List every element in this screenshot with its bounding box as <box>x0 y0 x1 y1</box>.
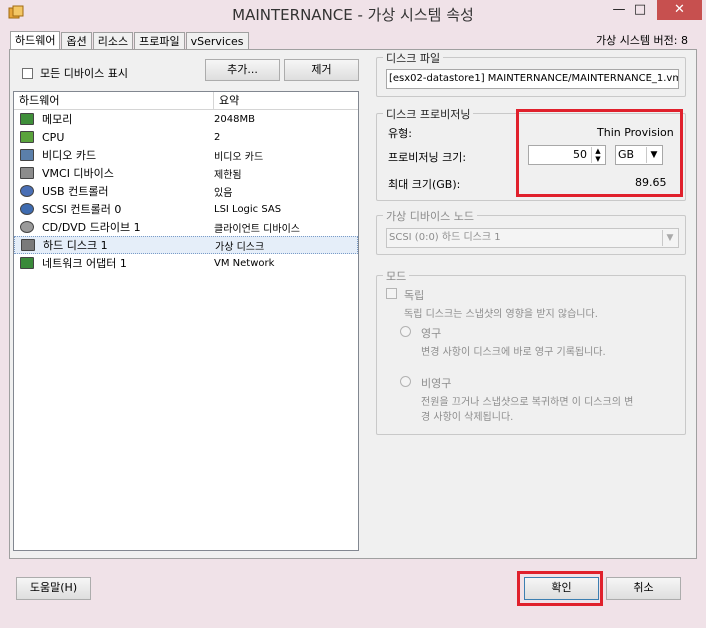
show-all-devices[interactable]: 모든 디바이스 표시 <box>22 65 128 81</box>
provisioning-type-label: 유형: <box>388 127 412 140</box>
disk-file-group: 디스크 파일 [esx02-datastore1] MAINTERNANCE/M… <box>376 50 686 97</box>
provisioning-size-label: 프로비저닝 크기: <box>388 151 467 164</box>
tab-vservices[interactable]: vServices <box>185 32 249 50</box>
independent-label: 독립 <box>404 289 425 302</box>
hardware-row-summary: LSI Logic SAS <box>214 203 282 215</box>
hardware-row[interactable]: SCSI 컨트롤러 0 LSI Logic SAS <box>14 200 358 218</box>
hardware-row-name: USB 컨트롤러 <box>42 185 109 198</box>
hardware-row-summary: 2 <box>214 131 221 143</box>
virtual-device-node-group: 가상 디바이스 노드 SCSI (0:0) 하드 디스크 1 ▼ <box>376 208 686 255</box>
hardware-row[interactable]: VMCI 디바이스 제한됨 <box>14 164 358 182</box>
close-button[interactable]: ✕ <box>657 0 702 20</box>
hardware-row-summary: 2048MB <box>214 113 255 125</box>
hardware-row-summary: 비디오 카드 <box>214 151 264 163</box>
independent-checkbox[interactable] <box>386 288 397 299</box>
nonpersistent-radio[interactable] <box>400 376 411 387</box>
column-header-summary[interactable]: 요약 <box>214 92 354 109</box>
cancel-button[interactable]: 취소 <box>606 577 681 600</box>
vmci-device-icon <box>20 167 34 179</box>
scsi-controller-icon <box>20 203 34 215</box>
hardware-row-name: 네트워크 어댑터 1 <box>42 257 127 270</box>
show-all-devices-checkbox[interactable] <box>22 67 33 79</box>
hardware-row[interactable]: 네트워크 어댑터 1 VM Network <box>14 254 358 272</box>
highlight-box-ok <box>517 571 603 606</box>
hardware-row-name: VMCI 디바이스 <box>42 167 114 180</box>
add-button[interactable]: 추가... <box>205 59 280 81</box>
persistent-radio[interactable] <box>400 326 411 337</box>
hardware-row[interactable]: 비디오 카드 비디오 카드 <box>14 146 358 164</box>
maximize-button[interactable]: □ <box>630 0 650 20</box>
hardware-row[interactable]: USB 컨트롤러 있음 <box>14 182 358 200</box>
hardware-row-summary: 클라이언트 디바이스 <box>214 223 300 235</box>
hardware-row-name: CPU <box>42 130 65 144</box>
hardware-row-summary: 제한됨 <box>214 169 242 181</box>
column-header-hardware[interactable]: 하드웨어 <box>14 92 214 109</box>
persistent-label: 영구 <box>421 327 442 340</box>
network-adapter-icon <box>20 257 34 269</box>
tab-hardware[interactable]: 하드웨어 <box>10 31 61 51</box>
max-size-label: 최대 크기(GB): <box>388 178 461 191</box>
hardware-row[interactable]: CPU 2 <box>14 128 358 146</box>
remove-button[interactable]: 제거 <box>284 59 359 81</box>
cpu-icon <box>20 131 34 143</box>
vm-app-icon <box>8 5 24 19</box>
virtual-device-node-value: SCSI (0:0) 하드 디스크 1 <box>389 232 501 243</box>
disk-file-path[interactable]: [esx02-datastore1] MAINTERNANCE/MAINTERN… <box>386 69 679 89</box>
window-title: MAINTERNANCE - 가상 시스템 속성 <box>232 6 474 24</box>
hardware-row-summary: 가상 디스크 <box>215 241 265 253</box>
tab-resources[interactable]: 리소스 <box>92 32 134 50</box>
hardware-row-name: CD/DVD 드라이브 1 <box>42 221 141 234</box>
hard-disk-icon <box>21 239 35 251</box>
virtual-device-node-group-label: 가상 디바이스 노드 <box>383 208 477 224</box>
hardware-list-header: 하드웨어 요약 <box>14 92 358 110</box>
disk-file-group-label: 디스크 파일 <box>383 50 444 66</box>
vm-version-label: 가상 시스템 버전: 8 <box>595 34 688 47</box>
minimize-button[interactable]: — <box>609 0 629 20</box>
hardware-row[interactable]: 하드 디스크 1 가상 디스크 <box>14 236 358 254</box>
mode-group: 모드 독립 독립 디스크는 스냅샷의 영향을 받지 않습니다. 영구 변경 사항… <box>376 268 686 435</box>
title-bar: MAINTERNANCE - 가상 시스템 속성 — □ ✕ <box>0 0 706 28</box>
show-all-devices-label: 모든 디바이스 표시 <box>40 67 128 80</box>
tab-options[interactable]: 옵션 <box>61 32 92 50</box>
highlight-box-provisioning <box>516 109 683 197</box>
cd-dvd-icon <box>20 221 34 233</box>
hardware-row-name: 하드 디스크 1 <box>43 239 108 252</box>
independent-description: 독립 디스크는 스냅샷의 영향을 받지 않습니다. <box>404 309 598 320</box>
disk-provisioning-group-label: 디스크 프로비저닝 <box>383 106 474 122</box>
virtual-device-node-select[interactable]: SCSI (0:0) 하드 디스크 1 ▼ <box>386 228 679 248</box>
hardware-row[interactable]: CD/DVD 드라이브 1 클라이언트 디바이스 <box>14 218 358 236</box>
usb-controller-icon <box>20 185 34 197</box>
hardware-row-summary: 있음 <box>214 187 233 199</box>
persistent-description: 변경 사항이 디스크에 바로 영구 기록됩니다. <box>421 347 606 358</box>
mode-group-label: 모드 <box>383 268 410 284</box>
nonpersistent-description-line2: 경 사항이 삭제됩니다. <box>421 412 514 423</box>
chevron-down-icon: ▼ <box>662 230 677 246</box>
tab-profiles[interactable]: 프로파일 <box>134 32 185 50</box>
hardware-row-name: 비디오 카드 <box>42 149 97 162</box>
hardware-row-summary: VM Network <box>214 257 275 269</box>
hardware-row[interactable]: 메모리 2048MB <box>14 110 358 128</box>
video-card-icon <box>20 149 34 161</box>
tab-bar: 하드웨어 옵션 리소스 프로파일 vServices <box>10 30 250 51</box>
hardware-row-name: 메모리 <box>42 113 73 126</box>
nonpersistent-description-line1: 전원을 끄거나 스냅샷으로 복귀하면 이 디스크의 변 <box>421 397 634 408</box>
help-button[interactable]: 도움말(H) <box>16 577 91 600</box>
nonpersistent-label: 비영구 <box>421 377 452 390</box>
hardware-row-name: SCSI 컨트롤러 0 <box>42 203 122 216</box>
hardware-list: 하드웨어 요약 메모리 2048MB CPU 2 비디오 카드 비디오 카드 VMCI 디바… <box>13 91 359 551</box>
memory-icon <box>20 113 34 125</box>
